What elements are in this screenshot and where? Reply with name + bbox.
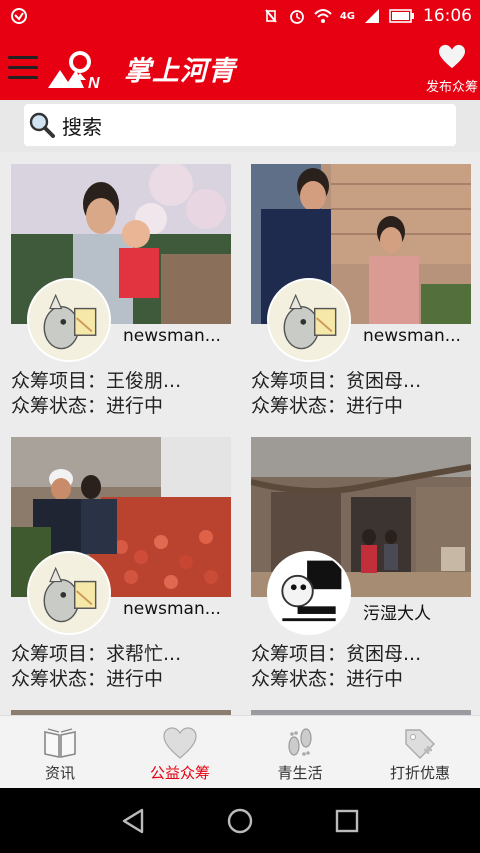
publish-crowdfunding-button[interactable]: 发布众筹: [412, 44, 480, 95]
system-nav-bar: [0, 788, 480, 853]
menu-icon[interactable]: [8, 56, 38, 80]
crowdfunding-card[interactable]: newsman... 众筹项目：贫困母... 众筹状态：进行中: [251, 164, 471, 417]
home-icon[interactable]: [225, 806, 255, 836]
status-value: 进行中: [346, 395, 404, 417]
project-name: 贫困母...: [346, 370, 422, 392]
vibrate-icon: [265, 9, 277, 23]
user-avatar: [27, 551, 111, 635]
user-avatar: [27, 278, 111, 362]
search-placeholder: 搜索: [62, 114, 102, 139]
status-line: 众筹状态：进行中: [11, 391, 231, 418]
project-label: 众筹项目：: [11, 643, 107, 665]
app-logo: N 掌上河青: [46, 44, 236, 92]
svg-text:N: N: [88, 75, 100, 92]
tab-label: 公益众筹: [149, 764, 210, 782]
status-value: 进行中: [106, 668, 164, 690]
status-label: 众筹状态：: [11, 668, 107, 690]
crowdfunding-list: newsman... 众筹项目：王俊朋... 众筹状态：进行中 newsman.…: [0, 152, 480, 715]
book-icon: [44, 728, 76, 758]
status-label: 众筹状态：: [251, 668, 347, 690]
username: 污湿大人: [363, 604, 431, 624]
project-label: 众筹项目：: [251, 643, 347, 665]
app-header: N 掌上河青 发布众筹: [0, 34, 480, 100]
project-name: 贫困母...: [346, 643, 422, 665]
search-icon: [29, 112, 55, 138]
status-line: 众筹状态：进行中: [11, 664, 231, 691]
search-bar: 搜索: [0, 100, 480, 152]
project-label: 众筹项目：: [251, 370, 347, 392]
tab-label: 青生活: [277, 764, 323, 782]
crowdfunding-card[interactable]: 污湿大人 众筹项目：贫困母... 众筹状态：进行中: [250, 437, 472, 690]
user-avatar: [267, 278, 351, 362]
logo-text: 掌上河青: [124, 56, 236, 87]
tab-charity-crowdfunding[interactable]: 公益众筹: [120, 716, 240, 789]
project-label: 众筹项目：: [11, 370, 107, 392]
project-line: 众筹项目：贫困母...: [251, 639, 471, 666]
publish-label: 发布众筹: [425, 80, 478, 95]
tab-news[interactable]: 资讯: [0, 716, 120, 789]
status-value: 进行中: [106, 395, 164, 417]
alarm-icon: [289, 10, 304, 24]
footprints-icon: [288, 728, 312, 756]
username: newsman...: [123, 599, 221, 619]
project-line: 众筹项目：贫困母...: [251, 366, 471, 393]
heart-icon: [163, 727, 197, 759]
search-input[interactable]: 搜索: [24, 104, 456, 146]
username: newsman...: [363, 326, 461, 346]
project-name: 求帮忙...: [106, 643, 182, 665]
tag-icon: [405, 729, 435, 759]
crowdfunding-card[interactable]: newsman... 众筹项目：求帮忙... 众筹状态：进行中: [11, 437, 231, 690]
back-icon[interactable]: [118, 806, 148, 836]
tab-label: 资讯: [44, 764, 75, 782]
heart-icon: [439, 44, 465, 69]
signal-icon: [365, 9, 379, 23]
project-line: 众筹项目：王俊朋...: [11, 366, 231, 393]
status-line: 众筹状态：进行中: [251, 664, 471, 691]
status-bar: 4G 16:06: [0, 0, 480, 34]
tab-discounts[interactable]: 打折优惠: [360, 716, 480, 789]
notification-icon: [11, 8, 27, 24]
user-avatar: [267, 551, 351, 635]
bottom-tab-bar: 资讯 公益众筹 青生活 打折优惠: [0, 715, 480, 789]
clock: 16:06: [423, 6, 472, 26]
wifi-icon: [314, 9, 332, 23]
project-name: 王俊朋...: [106, 370, 182, 392]
logo-icon: N: [48, 51, 100, 92]
recent-apps-icon[interactable]: [332, 806, 362, 836]
project-line: 众筹项目：求帮忙...: [11, 639, 231, 666]
status-line: 众筹状态：进行中: [251, 391, 471, 418]
battery-icon: [389, 9, 414, 23]
tab-label: 打折优惠: [389, 764, 450, 782]
username: newsman...: [123, 326, 221, 346]
crowdfunding-card[interactable]: newsman... 众筹项目：王俊朋... 众筹状态：进行中: [11, 162, 231, 417]
status-value: 进行中: [346, 668, 404, 690]
signal-type-label: 4G: [339, 10, 355, 22]
tab-life[interactable]: 青生活: [240, 716, 360, 789]
status-label: 众筹状态：: [11, 395, 107, 417]
status-label: 众筹状态：: [251, 395, 347, 417]
